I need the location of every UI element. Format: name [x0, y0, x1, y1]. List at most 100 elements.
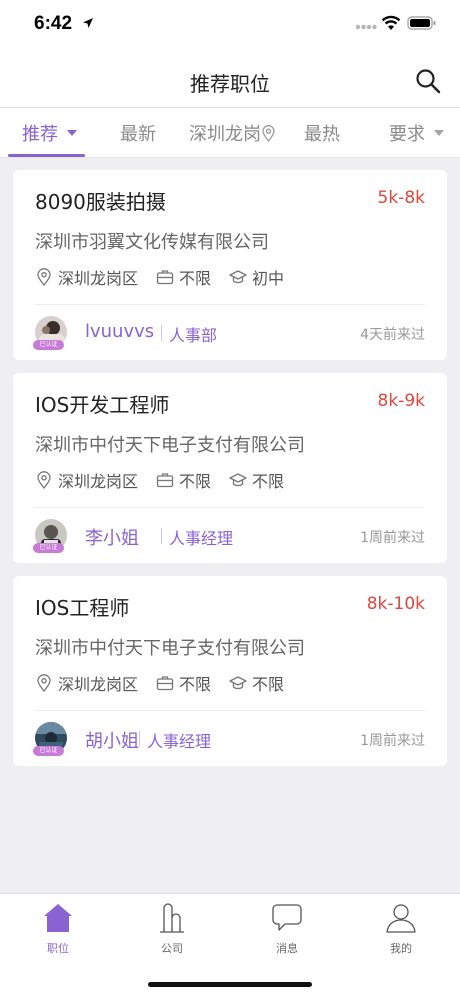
education-text: 不限 [252, 472, 285, 491]
home-indicator [148, 982, 312, 987]
location-pin-icon [37, 471, 51, 489]
job-salary: 8k-10k [366, 594, 425, 614]
location-pin-icon [37, 674, 51, 692]
job-card[interactable]: 8090服装拍摄 5k-8k 深圳市羽翼文化传媒有限公司 深圳龙岗区 不限 初中… [13, 170, 447, 360]
house-icon [44, 904, 72, 932]
signal-dots-icon [355, 24, 377, 30]
verified-badge: 已认证 [33, 746, 64, 756]
caret-down-icon [434, 130, 444, 136]
recruiter-name: 胡小姐 [85, 731, 139, 752]
tab-label: 职位 [47, 942, 69, 955]
job-tags: 深圳龙岗区 不限 不限 [35, 469, 302, 491]
separator [161, 528, 162, 544]
recruiter-row: 已认证 胡小姐 人事经理 1周前来过 [33, 721, 425, 757]
page-title: 推荐职位 [190, 72, 270, 96]
company-name: 深圳市羽翼文化传媒有限公司 [35, 232, 269, 253]
graduation-cap-icon [229, 473, 247, 487]
experience-text: 不限 [179, 675, 212, 694]
education-tag: 不限 [229, 671, 284, 695]
job-title: IOS开发工程师 [35, 393, 170, 417]
tab-latest[interactable]: 最新 [120, 120, 156, 146]
chat-bubble-icon [272, 904, 302, 931]
job-tags: 深圳龙岗区 不限 不限 [35, 672, 302, 694]
divider [35, 304, 425, 305]
tab-label: 最新 [120, 124, 156, 145]
graduation-cap-icon [229, 270, 247, 284]
location-tag: 深圳龙岗区 [35, 671, 138, 695]
status-time: 6:42 [34, 13, 73, 34]
verified-badge: 已认证 [33, 340, 64, 350]
company-name: 深圳市中付天下电子支付有限公司 [35, 638, 305, 659]
divider [35, 507, 425, 508]
person-icon [386, 904, 416, 933]
job-card[interactable]: IOS开发工程师 8k-9k 深圳市中付天下电子支付有限公司 深圳龙岗区 不限 … [13, 373, 447, 563]
active-tab-indicator [8, 154, 85, 157]
job-tags: 深圳龙岗区 不限 初中 [35, 266, 302, 288]
separator [161, 325, 162, 341]
wifi-icon [381, 15, 401, 30]
experience-tag: 不限 [156, 468, 211, 492]
location-pin-icon [37, 268, 51, 286]
tab-label: 要求 [389, 124, 425, 145]
tab-location[interactable]: 深圳龙岗 [189, 120, 275, 146]
tab-requirements[interactable]: 要求 [389, 120, 444, 146]
company-name: 深圳市中付天下电子支付有限公司 [35, 435, 305, 456]
last-seen: 1周前来过 [360, 733, 425, 749]
tab-label: 推荐 [22, 124, 58, 145]
recruiter-title: 人事经理 [147, 732, 212, 751]
graduation-cap-icon [229, 676, 247, 690]
location-text: 深圳龙岗区 [58, 269, 139, 288]
job-title: 8090服装拍摄 [35, 190, 166, 214]
education-tag: 不限 [229, 468, 284, 492]
location-tag: 深圳龙岗区 [35, 468, 138, 492]
experience-tag: 不限 [156, 671, 211, 695]
job-salary: 5k-8k [377, 188, 425, 208]
tab-profile[interactable]: 我的 [371, 902, 431, 956]
divider [35, 710, 425, 711]
recruiter-row: 已认证 李小姐 人事经理 1周前来过 [33, 518, 425, 554]
last-seen: 1周前来过 [360, 530, 425, 546]
job-title: IOS工程师 [35, 596, 130, 620]
job-card[interactable]: IOS工程师 8k-10k 深圳市中付天下电子支付有限公司 深圳龙岗区 不限 不… [13, 576, 447, 766]
recruiter-name: lvuuvvs [85, 321, 155, 342]
location-text: 深圳龙岗区 [58, 472, 139, 491]
briefcase-icon [156, 270, 174, 285]
tab-jobs[interactable]: 职位 [28, 902, 88, 956]
status-bar: 6:42 [0, 0, 460, 52]
tab-hottest[interactable]: 最热 [304, 120, 340, 146]
education-text: 不限 [252, 675, 285, 694]
search-icon[interactable] [414, 67, 442, 95]
tab-messages[interactable]: 消息 [257, 902, 317, 956]
caret-down-icon [67, 130, 77, 136]
tab-label: 最热 [304, 124, 340, 145]
recruiter-row: 已认证 lvuuvvs 人事部 4天前来过 [33, 315, 425, 351]
recruiter-title: 人事经理 [169, 529, 234, 548]
filter-tabs: 推荐 最新 深圳龙岗 最热 要求 [0, 108, 460, 158]
location-pin-icon [262, 124, 275, 142]
briefcase-icon [156, 676, 174, 691]
recruiter-name: 李小姐 [85, 528, 139, 549]
verified-badge: 已认证 [33, 543, 64, 553]
recruiter-title: 人事部 [169, 326, 218, 345]
location-tag: 深圳龙岗区 [35, 265, 138, 289]
briefcase-icon [156, 473, 174, 488]
experience-text: 不限 [179, 472, 212, 491]
tab-label: 我的 [390, 942, 412, 955]
education-tag: 初中 [229, 265, 284, 289]
tab-label: 公司 [161, 942, 183, 955]
experience-tag: 不限 [156, 265, 211, 289]
location-arrow-icon [83, 18, 93, 28]
navigation-bar: 推荐职位 [0, 52, 460, 108]
experience-text: 不限 [179, 269, 212, 288]
tab-label: 深圳龙岗 [189, 124, 261, 145]
tab-recommend[interactable]: 推荐 [22, 120, 77, 146]
last-seen: 4天前来过 [360, 327, 425, 343]
location-text: 深圳龙岗区 [58, 675, 139, 694]
education-text: 初中 [252, 269, 285, 288]
job-salary: 8k-9k [377, 391, 425, 411]
tab-label: 消息 [276, 942, 298, 955]
building-icon [160, 903, 184, 933]
bottom-tab-bar: 职位 公司 消息 我的 [0, 893, 460, 996]
battery-icon [407, 16, 436, 30]
tab-company[interactable]: 公司 [142, 902, 202, 956]
